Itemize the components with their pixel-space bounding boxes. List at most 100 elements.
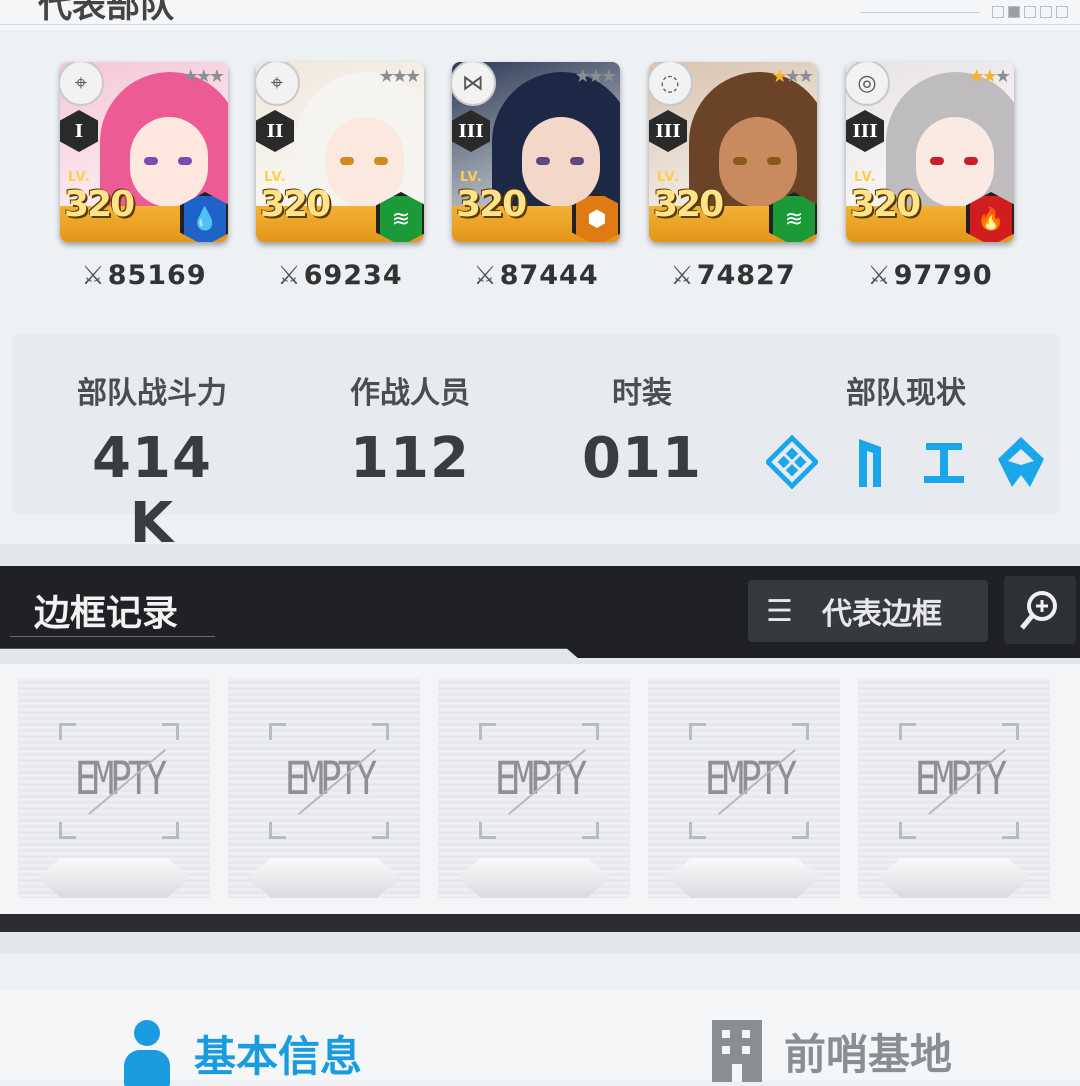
- star-icon: ★: [968, 66, 985, 87]
- portrait-face: [719, 117, 797, 207]
- costume-value: 011: [582, 426, 702, 491]
- star-icon: ★: [797, 66, 814, 87]
- portrait-eye: [178, 157, 192, 165]
- page-dot: [1040, 6, 1052, 18]
- page-indicator: [860, 6, 1068, 18]
- title-underline: [10, 636, 215, 637]
- level-value: 320: [64, 184, 135, 225]
- personnel-stat: 作战人员 112: [330, 368, 490, 491]
- combat-power-value: 97790: [893, 260, 993, 291]
- pedestal: [38, 858, 190, 898]
- status-icons: [766, 435, 1046, 489]
- page-dot: [1024, 6, 1036, 18]
- crest-icon: [996, 436, 1046, 488]
- frame-placeholder: EMPTY: [896, 720, 1022, 842]
- level-label: LV.: [854, 170, 877, 185]
- level-label: LV.: [460, 170, 483, 185]
- frame-slot[interactable]: EMPTY: [18, 678, 210, 898]
- squad-member-card[interactable]: ⋈ III ★★★ LV. 320 ⬢ ⚔87444: [452, 62, 652, 291]
- building-icon: [712, 1020, 762, 1082]
- page-dot-active: [1008, 6, 1020, 18]
- star-icon: ★: [600, 66, 617, 87]
- empty-label: EMPTY: [914, 753, 1007, 806]
- portrait-eye: [767, 157, 781, 165]
- character-portrait: ◎ III ★★★ LV. 320 🔥: [846, 62, 1014, 242]
- star-icon: ★: [574, 66, 591, 87]
- costume-stat: 时装 011: [572, 368, 712, 491]
- star-rating: ★★★: [968, 66, 1011, 87]
- squad-member-card[interactable]: ◎ III ★★★ LV. 320 🔥 ⚔97790: [846, 62, 1046, 291]
- star-icon: ★: [771, 66, 788, 87]
- star-icon: ★: [587, 66, 604, 87]
- portrait-eye: [570, 157, 584, 165]
- star-rating: ★★★: [183, 66, 225, 87]
- empty-label: EMPTY: [704, 753, 797, 806]
- portrait-eye: [733, 157, 747, 165]
- bracket-icon: [848, 436, 892, 488]
- combat-power: ⚔85169: [60, 260, 228, 291]
- page-title: 代表部队: [38, 0, 174, 26]
- zoom-in-button[interactable]: [1004, 576, 1076, 644]
- squad-power-stat: 部队战斗力 414 K: [62, 368, 242, 556]
- header-divider: [0, 24, 1080, 25]
- character-portrait: ⌖ I ★★★ LV. 320 💧: [60, 62, 228, 242]
- frame-slot[interactable]: EMPTY: [438, 678, 630, 898]
- crossed-swords-icon: ⚔: [867, 261, 892, 291]
- squad-status-stat: 部队现状: [766, 368, 1046, 489]
- list-icon: ☰: [766, 593, 793, 629]
- portrait-face: [130, 117, 208, 207]
- portrait-eye: [536, 157, 550, 165]
- star-icon: ★: [208, 66, 225, 87]
- star-icon: ★: [378, 66, 395, 87]
- frame-bottom-bar: [0, 914, 1080, 932]
- squad-member-card[interactable]: ⌖ I ★★★ LV. 320 💧 ⚔85169: [60, 62, 260, 291]
- bottom-tabs: 基本信息 前哨基地: [0, 990, 1080, 1086]
- crossed-swords-icon: ⚔: [277, 261, 302, 291]
- pedestal: [878, 858, 1030, 898]
- crossed-swords-icon: ⚔: [81, 261, 106, 291]
- squad-member-card[interactable]: ⌖ II ★★★ LV. 320 ≋ ⚔69234: [256, 62, 456, 291]
- squad-row: ⌖ I ★★★ LV. 320 💧 ⚔85169 ⌖ II ★★★ LV. 32…: [0, 62, 1080, 312]
- portrait-face: [916, 117, 994, 207]
- level-label: LV.: [68, 170, 91, 185]
- page-dot: [1056, 6, 1068, 18]
- frame-slot[interactable]: EMPTY: [648, 678, 840, 898]
- personnel-value: 112: [350, 426, 470, 491]
- frame-slot[interactable]: EMPTY: [228, 678, 420, 898]
- page-dot: [992, 6, 1004, 18]
- level-label: LV.: [657, 170, 680, 185]
- level-value: 320: [653, 184, 724, 225]
- crossed-swords-icon: ⚔: [670, 261, 695, 291]
- personnel-label: 作战人员: [350, 376, 470, 411]
- combat-power: ⚔69234: [256, 260, 424, 291]
- pedestal: [668, 858, 820, 898]
- portrait-face: [522, 117, 600, 207]
- tab-outpost[interactable]: 前哨基地: [712, 1020, 952, 1082]
- tab-basic-info[interactable]: 基本信息: [122, 1020, 362, 1086]
- combat-power: ⚔74827: [649, 260, 817, 291]
- frame-slots: EMPTY EMPTY EMPTY EMPTY EMPTY: [0, 664, 1080, 914]
- combat-power: ⚔87444: [452, 260, 620, 291]
- empty-label: EMPTY: [494, 753, 587, 806]
- portrait-face: [326, 117, 404, 207]
- combat-power-value: 87444: [499, 260, 599, 291]
- combat-power: ⚔97790: [846, 260, 1014, 291]
- indicator-line: [860, 11, 980, 13]
- squad-power-value: 414 K: [92, 426, 212, 556]
- squad-member-card[interactable]: ◌ III ★★★ LV. 320 ≋ ⚔74827: [649, 62, 849, 291]
- frame-placeholder: EMPTY: [686, 720, 812, 842]
- squad-power-label: 部队战斗力: [77, 376, 227, 411]
- empty-label: EMPTY: [284, 753, 377, 806]
- frame-placeholder: EMPTY: [476, 720, 602, 842]
- costume-label: 时装: [612, 376, 672, 411]
- combat-power-value: 85169: [107, 260, 207, 291]
- frame-slot[interactable]: EMPTY: [858, 678, 1050, 898]
- person-icon: [122, 1020, 174, 1086]
- portrait-eye: [374, 157, 388, 165]
- representative-frame-button[interactable]: ☰ 代表边框: [748, 580, 988, 642]
- tab-outpost-label: 前哨基地: [784, 1029, 953, 1079]
- frame-record-section: 边框记录 ☰ 代表边框 EMPTY EMPTY EMPTY EMPTY EMPT…: [0, 544, 1080, 954]
- star-icon: ★: [981, 66, 998, 87]
- level-value: 320: [260, 184, 331, 225]
- portrait-eye: [144, 157, 158, 165]
